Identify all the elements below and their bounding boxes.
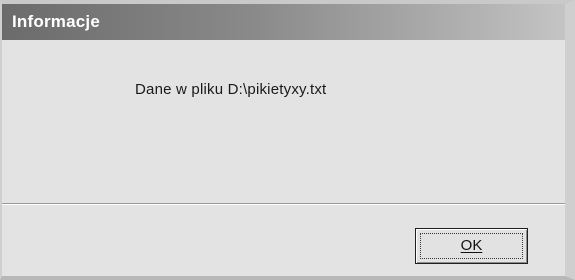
ok-button[interactable]: OK — [415, 228, 528, 264]
information-dialog: Informacje Dane w pliku D:\pikietyxy.txt… — [0, 0, 575, 280]
dialog-titlebar[interactable]: Informacje — [2, 4, 565, 40]
dialog-separator — [2, 203, 565, 205]
ok-button-label: OK — [460, 237, 483, 254]
dialog-message: Dane w pliku D:\pikietyxy.txt — [135, 81, 327, 98]
dialog-title: Informacje — [12, 12, 100, 31]
